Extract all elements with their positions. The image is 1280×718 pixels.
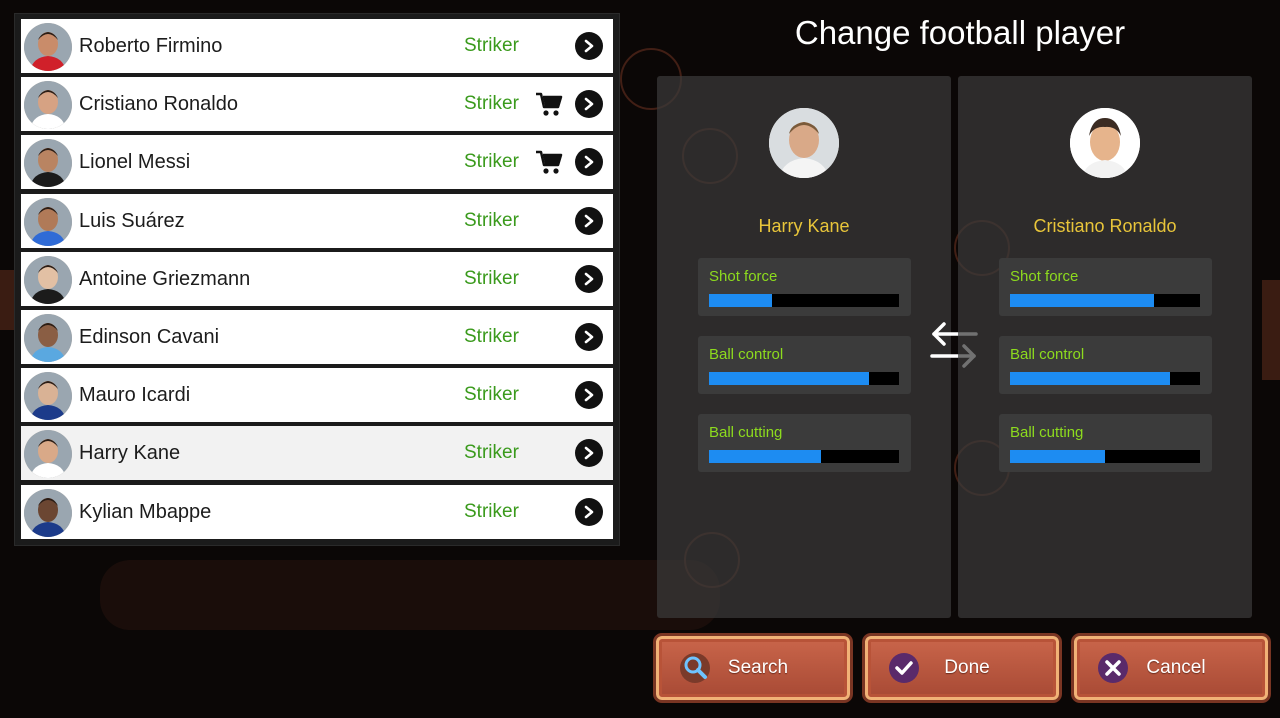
player-position: Striker [464, 151, 519, 173]
chevron-right-icon [584, 330, 594, 344]
player-position: Striker [464, 384, 519, 406]
search-button[interactable]: Search [656, 636, 850, 700]
stat-shot-force: Shot force [698, 258, 911, 316]
player-row[interactable]: Lionel Messi Striker [21, 135, 613, 190]
select-player-button[interactable] [575, 206, 603, 235]
done-button[interactable]: Done [865, 636, 1059, 700]
player-avatar [24, 372, 72, 421]
player-avatar [24, 139, 72, 188]
stat-ball-cutting: Ball cutting [698, 414, 911, 472]
stat-shot-force: Shot force [999, 258, 1212, 316]
stat-label: Ball cutting [1010, 424, 1084, 441]
shopping-cart-icon[interactable] [535, 149, 563, 175]
chevron-right-icon [584, 505, 594, 518]
cancel-button-label: Cancel [1146, 657, 1206, 678]
select-player-button[interactable] [575, 323, 603, 351]
stat-bar-fill [1010, 450, 1105, 463]
select-player-button[interactable] [575, 148, 603, 177]
player-name: Lionel Messi [79, 151, 191, 174]
stat-bar-track [709, 294, 899, 307]
player-avatar [24, 430, 72, 479]
select-player-button[interactable] [575, 264, 603, 293]
player-row[interactable]: Cristiano Ronaldo Striker [21, 77, 613, 132]
stat-bar-fill [709, 372, 869, 385]
player-avatar [24, 314, 72, 362]
stat-ball-cutting: Ball cutting [999, 414, 1212, 472]
chevron-right-icon [584, 39, 594, 53]
stat-label: Ball control [709, 346, 784, 363]
player-position: Striker [464, 35, 519, 56]
current-player-avatar [769, 108, 839, 178]
stat-bar-track [709, 450, 899, 463]
player-position: Striker [464, 267, 519, 289]
search-button-label: Search [727, 657, 789, 678]
player-position: Striker [464, 93, 519, 115]
stat-bar-track [709, 372, 899, 385]
player-avatar [24, 197, 72, 246]
player-avatar [24, 255, 72, 304]
stat-bar-track [1010, 450, 1200, 463]
select-player-button[interactable] [575, 381, 603, 410]
chevron-right-icon [584, 388, 594, 402]
current-player-name: Harry Kane [758, 216, 850, 236]
player-list: Roberto Firmino Striker Cristiano Ronaldo S… [14, 13, 620, 546]
current-player-card: Harry Kane Shot force Ball control Ball cu… [657, 76, 951, 618]
player-position: Striker [464, 500, 519, 522]
player-avatar [24, 81, 72, 130]
player-name: Cristiano Ronaldo [79, 93, 238, 116]
stat-ball-control: Ball control [999, 336, 1212, 394]
stat-label: Ball control [1010, 346, 1085, 363]
chevron-right-icon [584, 156, 594, 169]
stat-bar-track [1010, 294, 1200, 307]
candidate-player-name: Cristiano Ronaldo [1033, 216, 1177, 236]
stat-bar-fill [709, 450, 822, 463]
stat-label: Shot force [709, 268, 778, 285]
stat-bar-fill [709, 294, 772, 307]
player-name: Kylian Mbappe [79, 500, 212, 523]
player-name: Antoine Griezmann [79, 267, 251, 290]
player-name: Mauro Icardi [79, 384, 191, 407]
done-button-label: Done [944, 657, 990, 678]
select-player-button[interactable] [575, 497, 603, 526]
cancel-button[interactable]: Cancel [1074, 636, 1268, 700]
player-row[interactable]: Luis Suárez Striker [21, 193, 613, 248]
player-row[interactable]: Antoine Griezmann Striker [21, 251, 613, 306]
page-title: Change football player [794, 14, 1126, 51]
candidate-player-avatar [1070, 108, 1140, 178]
player-name: Edinson Cavani [79, 326, 220, 348]
player-row[interactable]: Mauro Icardi Striker [21, 368, 613, 423]
chevron-right-icon [584, 97, 594, 111]
stat-ball-control: Ball control [698, 336, 911, 394]
player-name: Roberto Firmino [79, 35, 223, 57]
shopping-cart-icon[interactable] [535, 91, 563, 117]
player-name: Harry Kane [79, 442, 181, 465]
player-row[interactable]: Roberto Firmino Striker [21, 19, 613, 73]
player-name: Luis Suárez [79, 209, 185, 232]
stat-bar-track [1010, 372, 1200, 385]
stat-label: Ball cutting [709, 424, 783, 441]
chevron-right-icon [584, 272, 594, 286]
stat-label: Shot force [1010, 268, 1079, 285]
candidate-player-card: Cristiano Ronaldo Shot force Ball control… [958, 76, 1252, 618]
stat-bar-fill [1010, 294, 1155, 307]
player-position: Striker [464, 209, 519, 231]
select-player-button[interactable] [575, 439, 603, 468]
player-row[interactable]: Kylian Mbappe Striker [21, 484, 613, 539]
chevron-right-icon [584, 214, 594, 227]
select-player-button[interactable] [575, 90, 603, 119]
player-avatar [24, 23, 72, 71]
stat-bar-fill [1010, 372, 1170, 385]
select-player-button[interactable] [575, 32, 603, 60]
player-row[interactable]: Harry Kane Striker [21, 426, 613, 481]
player-position: Striker [464, 442, 519, 464]
player-row[interactable]: Edinson Cavani Striker [21, 310, 613, 364]
player-position: Striker [464, 326, 519, 347]
chevron-right-icon [584, 447, 594, 460]
player-avatar [24, 488, 72, 537]
